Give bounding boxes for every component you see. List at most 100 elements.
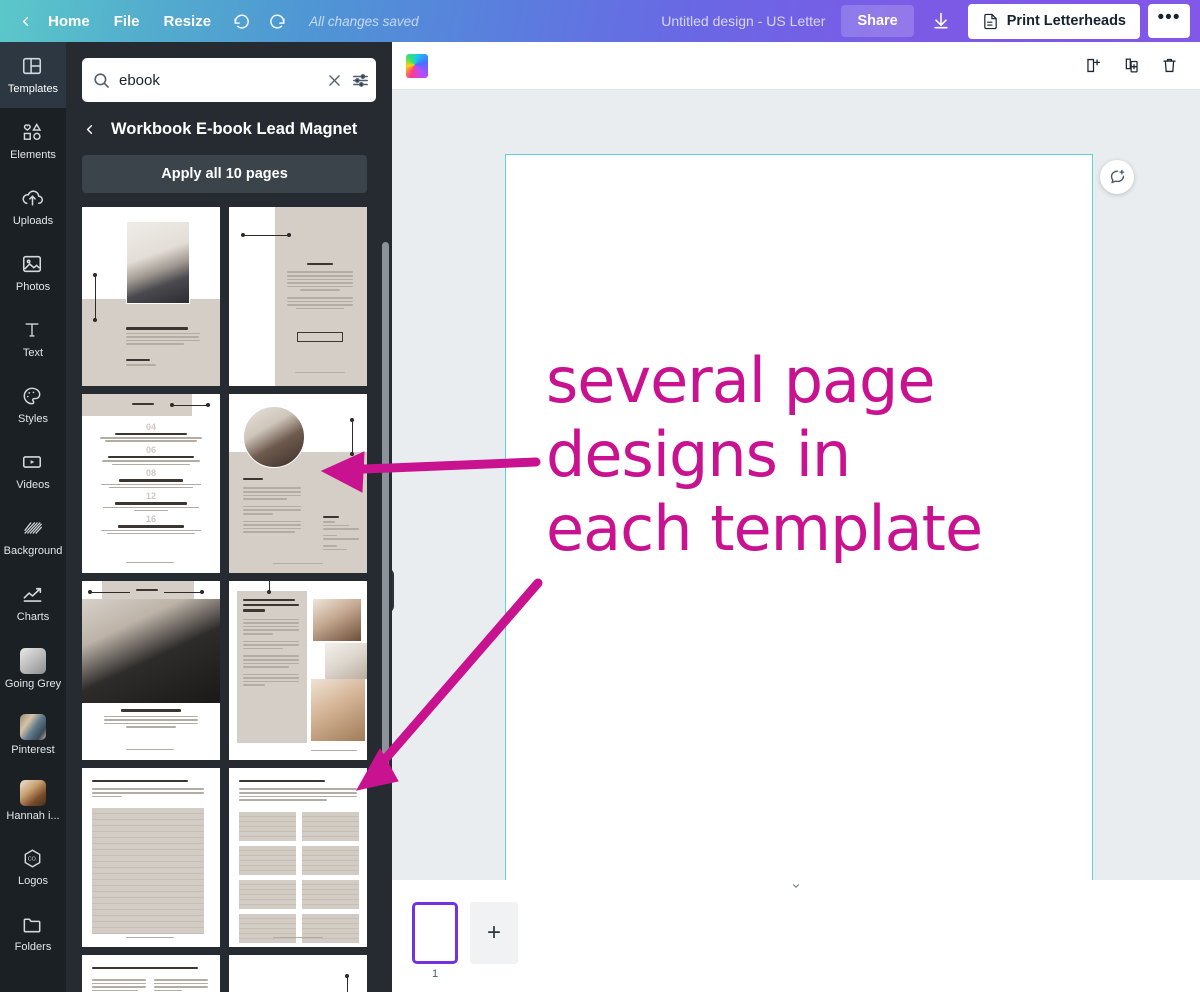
design-title[interactable]: Untitled design - US Letter — [661, 13, 825, 29]
close-icon[interactable] — [326, 72, 343, 89]
sidebar-label-elements: Elements — [10, 149, 56, 161]
color-picker-icon[interactable] — [406, 53, 428, 78]
toc-number-3: 08 — [145, 468, 156, 479]
toc-number-5: 16 — [145, 514, 156, 525]
redo-icon[interactable] — [262, 6, 292, 36]
sidebar-label-charts: Charts — [16, 611, 50, 623]
sidebar-item-styles[interactable]: Styles — [0, 372, 66, 438]
file-menu-button[interactable]: File — [102, 7, 152, 36]
template-thumbnail-worksheet[interactable] — [82, 768, 220, 947]
trash-icon[interactable] — [1152, 49, 1186, 83]
print-letterheads-button[interactable]: Print Letterheads — [967, 3, 1140, 39]
folder-thumb-icon — [20, 648, 46, 674]
top-toolbar: Home File Resize All changes saved Untit… — [0, 0, 1200, 42]
search-box[interactable] — [82, 58, 376, 102]
sidebar-item-logos[interactable]: CO. Logos — [0, 834, 66, 900]
toc-number-2: 06 — [145, 445, 156, 456]
sidebar-item-folders[interactable]: Folders — [0, 900, 66, 966]
sidebar-item-photos[interactable]: Photos — [0, 240, 66, 306]
template-thumbnail-welcome[interactable] — [229, 207, 367, 386]
hannah-thumb-icon — [20, 780, 46, 806]
background-icon — [21, 517, 45, 541]
sidebar-item-text[interactable]: Text — [0, 306, 66, 372]
template-thumbnail-more-ways[interactable] — [82, 955, 220, 992]
sidebar-label-photos: Photos — [15, 281, 51, 293]
page-thumbnail-1[interactable] — [412, 902, 458, 964]
photos-icon — [21, 253, 45, 277]
template-thumbnail-blank-end[interactable] — [229, 955, 367, 992]
resize-button[interactable]: Resize — [152, 7, 224, 36]
sidebar-label-videos: Videos — [16, 479, 50, 491]
search-area — [66, 42, 392, 102]
canvas-area[interactable] — [392, 90, 1200, 922]
back-chevron-icon[interactable] — [14, 10, 36, 32]
template-thumbnail-weekly-planner[interactable] — [229, 768, 367, 947]
sidebar-item-templates[interactable]: Templates — [0, 42, 66, 108]
design-page-canvas[interactable] — [505, 154, 1093, 915]
panel-title: Workbook E-book Lead Magnet — [111, 120, 358, 138]
sidebar-label-background: Background — [3, 545, 63, 557]
pinterest-thumb-icon — [20, 714, 46, 740]
logos-icon: CO. — [21, 847, 45, 871]
page-thumbnail-1-wrapper[interactable]: 1 — [412, 902, 458, 980]
template-thumbnail-grid: 04 06 08 12 16 — [66, 207, 392, 992]
sidebar-label-logos: Logos — [18, 875, 48, 887]
canva-editor-window: Home File Resize All changes saved Untit… — [0, 0, 1200, 992]
sidebar-item-videos[interactable]: Videos — [0, 438, 66, 504]
search-icon — [92, 71, 111, 90]
template-thumbnail-how-to[interactable] — [229, 581, 367, 760]
page-number-label: 1 — [431, 968, 439, 980]
templates-panel: Workbook E-book Lead Magnet Apply all 10… — [66, 42, 392, 992]
more-options-button[interactable]: ••• — [1148, 4, 1190, 38]
editor-toolbar — [392, 42, 1200, 90]
charts-icon — [21, 583, 45, 607]
apply-all-pages-button[interactable]: Apply all 10 pages — [82, 155, 367, 193]
template-thumbnail-cover[interactable] — [82, 207, 220, 386]
duplicate-page-icon[interactable] — [1114, 49, 1148, 83]
left-tool-rail: Templates Elements Uploads Photos Text S… — [0, 42, 66, 992]
sidebar-label-templates: Templates — [7, 83, 59, 95]
search-input[interactable] — [119, 71, 318, 89]
add-comment-icon[interactable] — [1100, 160, 1134, 194]
sidebar-label-uploads: Uploads — [12, 215, 54, 227]
collapse-panel-handle[interactable] — [392, 568, 394, 613]
toc-number-4: 12 — [145, 491, 156, 502]
sidebar-item-pinterest[interactable]: Pinterest — [0, 702, 66, 768]
sidebar-label-going-grey: Going Grey — [4, 678, 62, 690]
videos-icon — [21, 451, 45, 475]
template-thumbnail-about[interactable] — [229, 394, 367, 573]
panel-scrollbar-thumb[interactable] — [382, 242, 389, 782]
page-strip: 1 + — [392, 876, 1200, 992]
add-page-icon[interactable] — [1076, 49, 1110, 83]
sidebar-label-pinterest: Pinterest — [11, 744, 55, 756]
worksheet-lines-block — [92, 808, 204, 934]
thumb-about-contact — [323, 516, 361, 552]
folders-icon — [21, 913, 45, 937]
sidebar-item-going-grey[interactable]: Going Grey — [0, 636, 66, 702]
add-page-button[interactable]: + — [470, 902, 518, 964]
sidebar-item-background[interactable]: Background — [0, 504, 66, 570]
styles-icon — [21, 385, 45, 409]
sidebar-item-elements[interactable]: Elements — [0, 108, 66, 174]
template-thumbnail-chapter[interactable] — [82, 581, 220, 760]
sidebar-label-text: Text — [22, 347, 44, 359]
sidebar-label-folders: Folders — [14, 941, 52, 953]
panel-back-chevron-icon[interactable] — [82, 122, 97, 137]
panel-header: Workbook E-book Lead Magnet — [66, 102, 392, 139]
home-button[interactable]: Home — [36, 7, 102, 36]
templates-icon — [21, 55, 45, 79]
filter-sliders-icon[interactable] — [351, 71, 370, 90]
sidebar-item-hannah[interactable]: Hannah i... — [0, 768, 66, 834]
download-icon[interactable] — [922, 4, 960, 38]
thumb-cover-title — [126, 327, 188, 330]
share-button[interactable]: Share — [841, 5, 914, 37]
sidebar-item-charts[interactable]: Charts — [0, 570, 66, 636]
template-thumbnail-contents[interactable]: 04 06 08 12 16 — [82, 394, 220, 573]
sidebar-label-styles: Styles — [18, 413, 48, 425]
toc-number-1: 04 — [145, 422, 156, 432]
undo-icon[interactable] — [226, 6, 256, 36]
text-icon — [21, 319, 45, 343]
sidebar-item-uploads[interactable]: Uploads — [0, 174, 66, 240]
elements-icon — [21, 121, 45, 145]
collapse-strip-chevron-down-icon[interactable] — [760, 876, 832, 896]
